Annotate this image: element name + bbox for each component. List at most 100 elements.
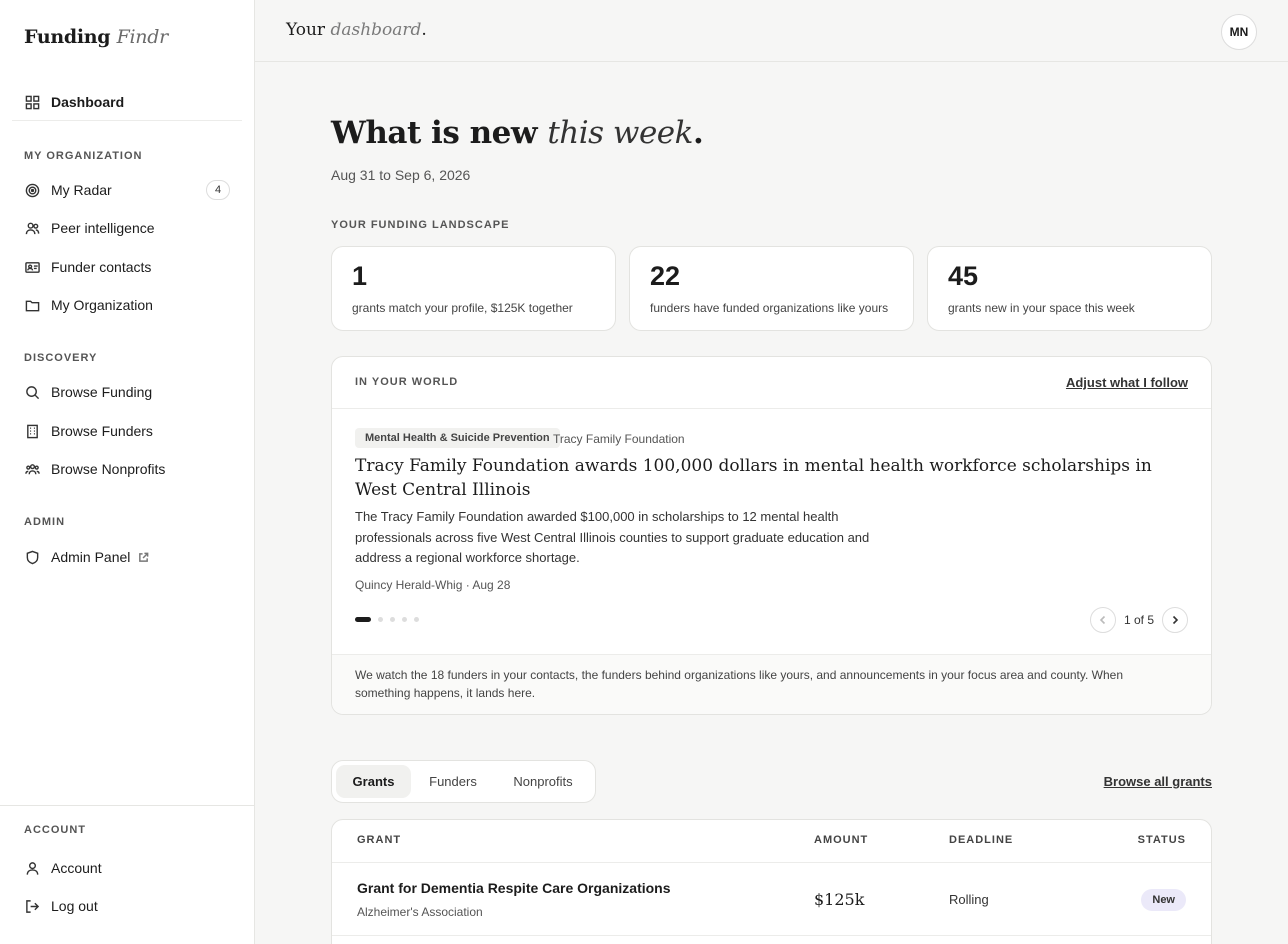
adjust-follow-link[interactable]: Adjust what I follow xyxy=(1066,375,1188,390)
sidebar-item-my-radar[interactable]: My Radar 4 xyxy=(12,174,242,206)
world-footer-text: We watch the 18 funders in your contacts… xyxy=(355,668,1124,700)
column-header-amount[interactable]: AMOUNT xyxy=(814,834,868,846)
avatar[interactable]: MN xyxy=(1221,14,1257,50)
shield-icon xyxy=(24,549,40,565)
carousel-dot[interactable] xyxy=(414,617,419,622)
id-card-icon xyxy=(24,259,40,275)
status-badge: New xyxy=(1141,889,1186,911)
radar-count-badge: 4 xyxy=(206,180,230,200)
sidebar-item-dashboard[interactable]: Dashboard xyxy=(12,86,242,118)
external-link-icon xyxy=(139,552,149,562)
search-icon xyxy=(24,384,40,400)
story-org: Tracy Family Foundation xyxy=(553,432,685,446)
section-heading-admin: ADMIN xyxy=(24,516,66,528)
grant-amount: $125k xyxy=(814,890,865,909)
carousel-dot[interactable] xyxy=(390,617,395,622)
sidebar-item-admin-panel[interactable]: Admin Panel xyxy=(12,541,242,573)
section-heading-world: IN YOUR WORLD xyxy=(355,376,459,388)
sidebar-item-browse-nonprofits[interactable]: Browse Nonprofits xyxy=(12,453,242,485)
section-heading-account: ACCOUNT xyxy=(24,824,86,836)
section-heading-org: MY ORGANIZATION xyxy=(24,150,143,162)
title-period: . xyxy=(421,20,427,40)
story-body: The Tracy Family Foundation awarded $100… xyxy=(355,509,870,565)
sidebar-item-funder-contacts[interactable]: Funder contacts xyxy=(12,251,242,283)
tab-funders[interactable]: Funders xyxy=(418,765,488,798)
carousel-dot[interactable] xyxy=(355,617,371,622)
entity-tabs: Grants Funders Nonprofits xyxy=(331,760,596,803)
stat-card-new-grants[interactable]: 45 grants new in your space this week xyxy=(927,246,1212,331)
stat-card-matches[interactable]: 1 grants match your profile, $125K toget… xyxy=(331,246,616,331)
brand-main: Funding xyxy=(24,26,111,48)
headline: What is new this week. xyxy=(331,115,704,151)
sidebar-item-label: Dashboard xyxy=(51,94,125,110)
headline-period: . xyxy=(692,115,704,151)
pager-count: 1 of 5 xyxy=(1123,613,1154,627)
divider xyxy=(12,120,242,121)
grant-deadline: Rolling xyxy=(949,892,989,907)
headline-part-italic: this week xyxy=(547,115,693,151)
grant-name[interactable]: Grant for Dementia Respite Care Organiza… xyxy=(357,880,671,896)
brand-accent: Findr xyxy=(116,26,169,48)
in-your-world-card: IN YOUR WORLD Adjust what I follow Menta… xyxy=(331,356,1212,715)
carousel-dots xyxy=(355,617,419,622)
tab-grants[interactable]: Grants xyxy=(336,765,411,798)
title-part-italic: dashboard xyxy=(330,20,422,40)
sidebar-item-label: Account xyxy=(51,860,102,876)
sidebar: Funding Findr Dashboard MY ORGANIZATION … xyxy=(0,0,255,944)
divider xyxy=(332,408,1211,409)
carousel-dot[interactable] xyxy=(402,617,407,622)
stat-card-funders[interactable]: 22 funders have funded organizations lik… xyxy=(629,246,914,331)
top-bar: Your dashboard. MN xyxy=(255,0,1288,62)
sidebar-item-label: Browse Nonprofits xyxy=(51,461,166,477)
sidebar-item-label: Browse Funding xyxy=(51,384,153,400)
stat-number: 22 xyxy=(650,261,681,291)
divider xyxy=(332,935,1211,936)
grid-icon xyxy=(24,94,40,110)
tab-nonprofits[interactable]: Nonprofits xyxy=(498,765,588,798)
folder-icon xyxy=(24,297,40,313)
carousel-pager: 1 of 5 xyxy=(1089,607,1188,633)
next-button[interactable] xyxy=(1162,607,1188,633)
user-icon xyxy=(24,860,40,876)
topic-tag[interactable]: Mental Health & Suicide Prevention xyxy=(355,428,560,448)
story-source: Quincy Herald-Whig · Aug 28 xyxy=(355,578,511,592)
stat-label: grants match your profile, $125K togethe… xyxy=(352,301,573,315)
chevron-left-icon xyxy=(1099,615,1106,625)
building-icon xyxy=(24,423,40,439)
stat-number: 45 xyxy=(948,261,979,291)
section-heading-discovery: DISCOVERY xyxy=(24,352,98,364)
chevron-right-icon xyxy=(1172,615,1179,625)
sidebar-item-browse-funding[interactable]: Browse Funding xyxy=(12,376,242,408)
sidebar-item-account[interactable]: Account xyxy=(12,852,242,884)
date-range: Aug 31 to Sep 6, 2026 xyxy=(331,167,471,183)
sidebar-item-log-out[interactable]: Log out xyxy=(12,890,242,922)
prev-button[interactable] xyxy=(1089,607,1116,633)
sidebar-item-label: Browse Funders xyxy=(51,423,153,439)
sidebar-item-my-organization[interactable]: My Organization xyxy=(12,289,242,321)
page-title: Your dashboard. xyxy=(286,20,427,40)
column-header-status[interactable]: STATUS xyxy=(1138,834,1186,846)
grants-table: GRANT AMOUNT DEADLINE STATUS Grant for D… xyxy=(331,819,1212,944)
sidebar-item-browse-funders[interactable]: Browse Funders xyxy=(12,415,242,447)
stat-label: funders have funded organizations like y… xyxy=(650,301,889,315)
column-header-grant[interactable]: GRANT xyxy=(357,834,401,846)
radar-icon xyxy=(24,182,40,198)
column-header-deadline[interactable]: DEADLINE xyxy=(949,834,1013,846)
sidebar-item-label: Funder contacts xyxy=(51,259,152,275)
sidebar-item-label: My Organization xyxy=(51,297,153,313)
group-icon xyxy=(24,461,40,477)
carousel-dot[interactable] xyxy=(378,617,383,622)
story-title[interactable]: Tracy Family Foundation awards 100,000 d… xyxy=(355,454,1175,502)
sidebar-item-label: Admin Panel xyxy=(51,549,131,565)
sidebar-item-label: Log out xyxy=(51,898,98,914)
browse-all-grants-link[interactable]: Browse all grants xyxy=(1104,774,1212,789)
stat-number: 1 xyxy=(352,261,368,291)
title-part: Your xyxy=(286,20,326,40)
brand-logo[interactable]: Funding Findr xyxy=(24,26,168,48)
stat-label: grants new in your space this week xyxy=(948,301,1135,315)
sidebar-item-peer-intelligence[interactable]: Peer intelligence xyxy=(12,212,242,244)
users-icon xyxy=(24,220,40,236)
sidebar-item-label: My Radar xyxy=(51,182,112,198)
divider xyxy=(0,805,254,806)
divider xyxy=(332,862,1211,863)
